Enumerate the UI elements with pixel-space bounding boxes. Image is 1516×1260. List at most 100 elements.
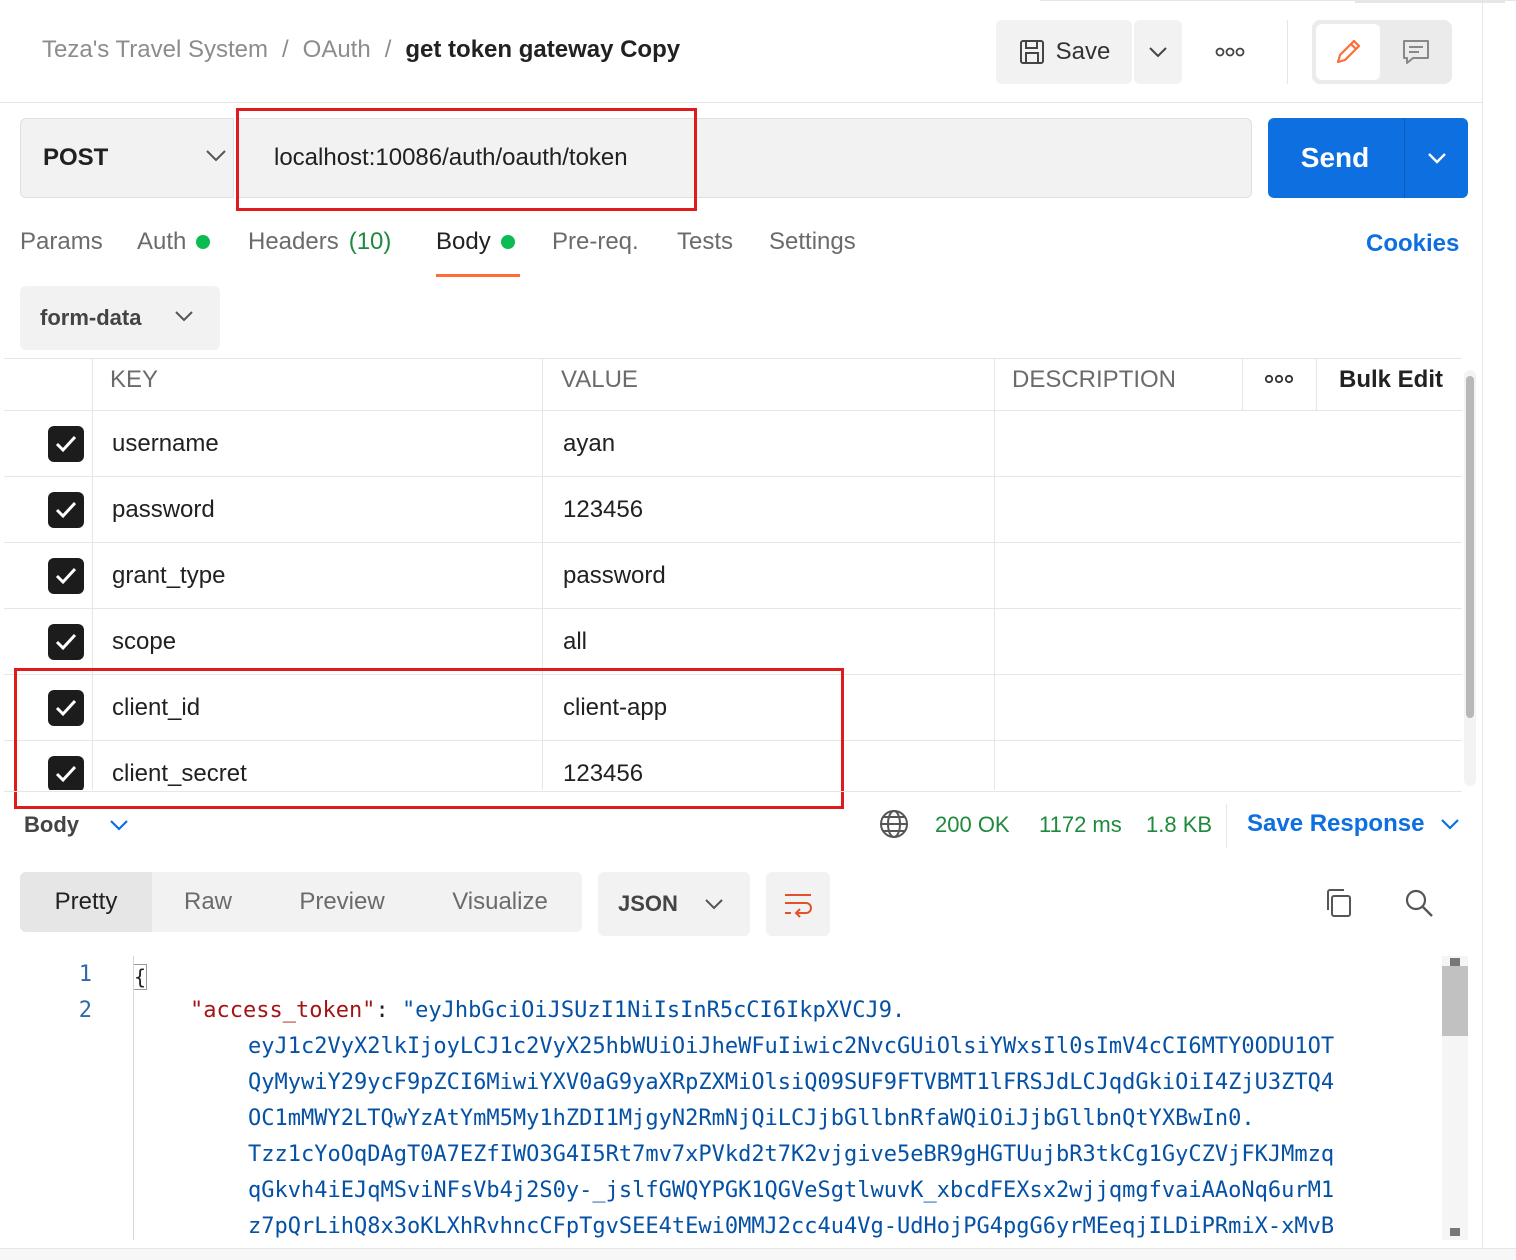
tab-auth[interactable]: Auth bbox=[137, 228, 211, 256]
json-key: "access_token" bbox=[190, 998, 376, 1023]
copy-icon[interactable] bbox=[1322, 886, 1356, 925]
param-key[interactable]: password bbox=[112, 496, 215, 524]
column-header-description: DESCRIPTION bbox=[1012, 366, 1177, 393]
tab-body[interactable]: Body bbox=[436, 228, 515, 256]
view-tab-pretty[interactable]: Pretty bbox=[20, 872, 152, 932]
search-icon[interactable] bbox=[1402, 886, 1436, 925]
param-key[interactable]: scope bbox=[112, 628, 176, 656]
tab-auth-label: Auth bbox=[137, 228, 187, 255]
headers-count: (10) bbox=[348, 228, 392, 255]
save-button[interactable]: Save bbox=[996, 20, 1132, 84]
response-divider-vertical bbox=[1226, 804, 1227, 848]
response-title: Body bbox=[24, 812, 79, 837]
active-tab-indicator bbox=[436, 274, 520, 277]
more-actions-button[interactable] bbox=[1206, 36, 1254, 68]
view-mode-toggle bbox=[1312, 20, 1452, 84]
chevron-down-icon bbox=[1441, 819, 1460, 830]
chevron-down-icon bbox=[175, 311, 193, 322]
comments-button[interactable] bbox=[1384, 24, 1448, 80]
code-scrollbar-thumb[interactable] bbox=[1442, 966, 1468, 1036]
json-value-line: OC1mMWY2LTQwYzAtYmM5My1hZDI1MjgyN2RmNjQi… bbox=[248, 1106, 1255, 1131]
json-value-line: Tzz1cYoOqDAgT0A7EZfIWO3G4I5Rt7mv7xPVkd2t… bbox=[248, 1142, 1335, 1167]
tab-params-label: Params bbox=[20, 228, 103, 255]
tab-settings[interactable]: Settings bbox=[769, 228, 856, 256]
save-label: Save bbox=[1055, 38, 1111, 65]
table-border bbox=[4, 542, 1462, 543]
row-checkbox[interactable] bbox=[48, 492, 84, 528]
response-body-code[interactable]: 1 2 { "access_token": "eyJhbGciOiJSUzI1N… bbox=[0, 956, 1440, 1240]
row-checkbox[interactable] bbox=[48, 558, 84, 594]
tab-body-label: Body bbox=[436, 228, 491, 255]
window-bottom-edge bbox=[0, 1248, 1516, 1260]
header-divider-line bbox=[0, 102, 1482, 103]
json-value-line: QyMywiY29ycF9pZCI6MiwiYXV0aG9yaXRpZXMiOl… bbox=[248, 1070, 1335, 1095]
table-scrollbar-thumb[interactable] bbox=[1466, 376, 1474, 718]
param-value[interactable]: ayan bbox=[563, 430, 615, 458]
checkmark-icon bbox=[55, 633, 77, 651]
right-divider bbox=[1482, 0, 1483, 1260]
table-more-button[interactable] bbox=[1264, 366, 1294, 399]
view-tab-raw[interactable]: Raw bbox=[152, 872, 264, 932]
view-tab-preview[interactable]: Preview bbox=[272, 872, 412, 932]
globe-icon[interactable] bbox=[878, 808, 910, 845]
param-value[interactable]: password bbox=[563, 562, 666, 590]
table-border bbox=[4, 608, 1462, 609]
cookies-link[interactable]: Cookies bbox=[1366, 230, 1459, 258]
window-top-edge bbox=[0, 0, 1516, 3]
bulk-edit-button[interactable]: Bulk Edit bbox=[1339, 366, 1443, 394]
view-tab-visualize[interactable]: Visualize bbox=[424, 872, 576, 932]
header-divider bbox=[1287, 20, 1288, 84]
tab-headers[interactable]: Headers (10) bbox=[248, 228, 391, 256]
save-icon bbox=[1019, 40, 1044, 64]
row-checkbox[interactable] bbox=[48, 624, 84, 660]
scroll-down-arrow[interactable] bbox=[1450, 1228, 1460, 1236]
send-button[interactable]: Send bbox=[1268, 118, 1402, 198]
open-brace: { bbox=[133, 964, 147, 990]
scroll-up-arrow[interactable] bbox=[1450, 958, 1460, 966]
save-response-label: Save Response bbox=[1247, 810, 1425, 837]
breadcrumb-folder[interactable]: OAuth bbox=[303, 36, 371, 64]
param-key[interactable]: grant_type bbox=[112, 562, 225, 590]
breadcrumb-collection[interactable]: Teza's Travel System bbox=[42, 36, 268, 64]
body-active-dot bbox=[500, 235, 515, 249]
checkmark-icon bbox=[55, 567, 77, 585]
comment-icon bbox=[1403, 40, 1429, 64]
tab-tests[interactable]: Tests bbox=[677, 228, 733, 256]
request-title[interactable]: get token gateway Copy bbox=[405, 36, 680, 64]
line-number: 1 bbox=[78, 962, 92, 987]
method-select[interactable]: POST bbox=[20, 118, 234, 198]
table-border bbox=[4, 410, 1462, 411]
response-section-toggle[interactable]: Body bbox=[24, 812, 129, 838]
body-type-label: form-data bbox=[40, 305, 142, 330]
chevron-down-icon bbox=[110, 820, 128, 831]
json-colon: : bbox=[375, 998, 402, 1023]
edit-mode-button[interactable] bbox=[1316, 24, 1380, 80]
chevron-down-icon bbox=[206, 150, 226, 162]
code-line: "access_token": "eyJhbGciOiJSUzI1NiIsInR… bbox=[190, 998, 905, 1023]
json-value-line: "eyJhbGciOiJSUzI1NiIsInR5cCI6IkpXVCJ9. bbox=[401, 998, 906, 1023]
url-highlight-box bbox=[236, 108, 697, 211]
param-value[interactable]: 123456 bbox=[563, 496, 643, 524]
json-value-line: qGkvh4iEJqMSviNFsVb4j2S0y-_jslfGWQYPGK1Q… bbox=[248, 1178, 1335, 1203]
json-value-line: z7pQrLihQ8x3oKLXhRvhncCFpTgvSEE4tEwi0MMJ… bbox=[248, 1214, 1335, 1239]
response-format-select[interactable]: JSON bbox=[598, 872, 750, 936]
param-key[interactable]: username bbox=[112, 430, 219, 458]
more-horizontal-icon bbox=[1264, 374, 1294, 384]
save-options-button[interactable] bbox=[1134, 20, 1182, 84]
response-time[interactable]: 1172 ms bbox=[1039, 812, 1122, 838]
response-divider bbox=[4, 791, 1462, 792]
row-checkbox[interactable] bbox=[48, 426, 84, 462]
status-code[interactable]: 200 OK bbox=[935, 812, 1010, 838]
send-options-button[interactable] bbox=[1405, 118, 1468, 198]
tab-params[interactable]: Params bbox=[20, 228, 103, 256]
checkmark-icon bbox=[55, 435, 77, 453]
tab-prereq[interactable]: Pre-req. bbox=[552, 228, 639, 256]
save-response-button[interactable]: Save Response bbox=[1247, 810, 1460, 838]
param-value[interactable]: all bbox=[563, 628, 587, 656]
tab-settings-label: Settings bbox=[769, 228, 856, 255]
table-border bbox=[4, 358, 1462, 359]
wrap-lines-button[interactable] bbox=[766, 872, 830, 936]
response-size[interactable]: 1.8 KB bbox=[1146, 812, 1212, 838]
tab-prereq-label: Pre-req. bbox=[552, 228, 639, 255]
body-type-select[interactable]: form-data bbox=[20, 286, 220, 350]
